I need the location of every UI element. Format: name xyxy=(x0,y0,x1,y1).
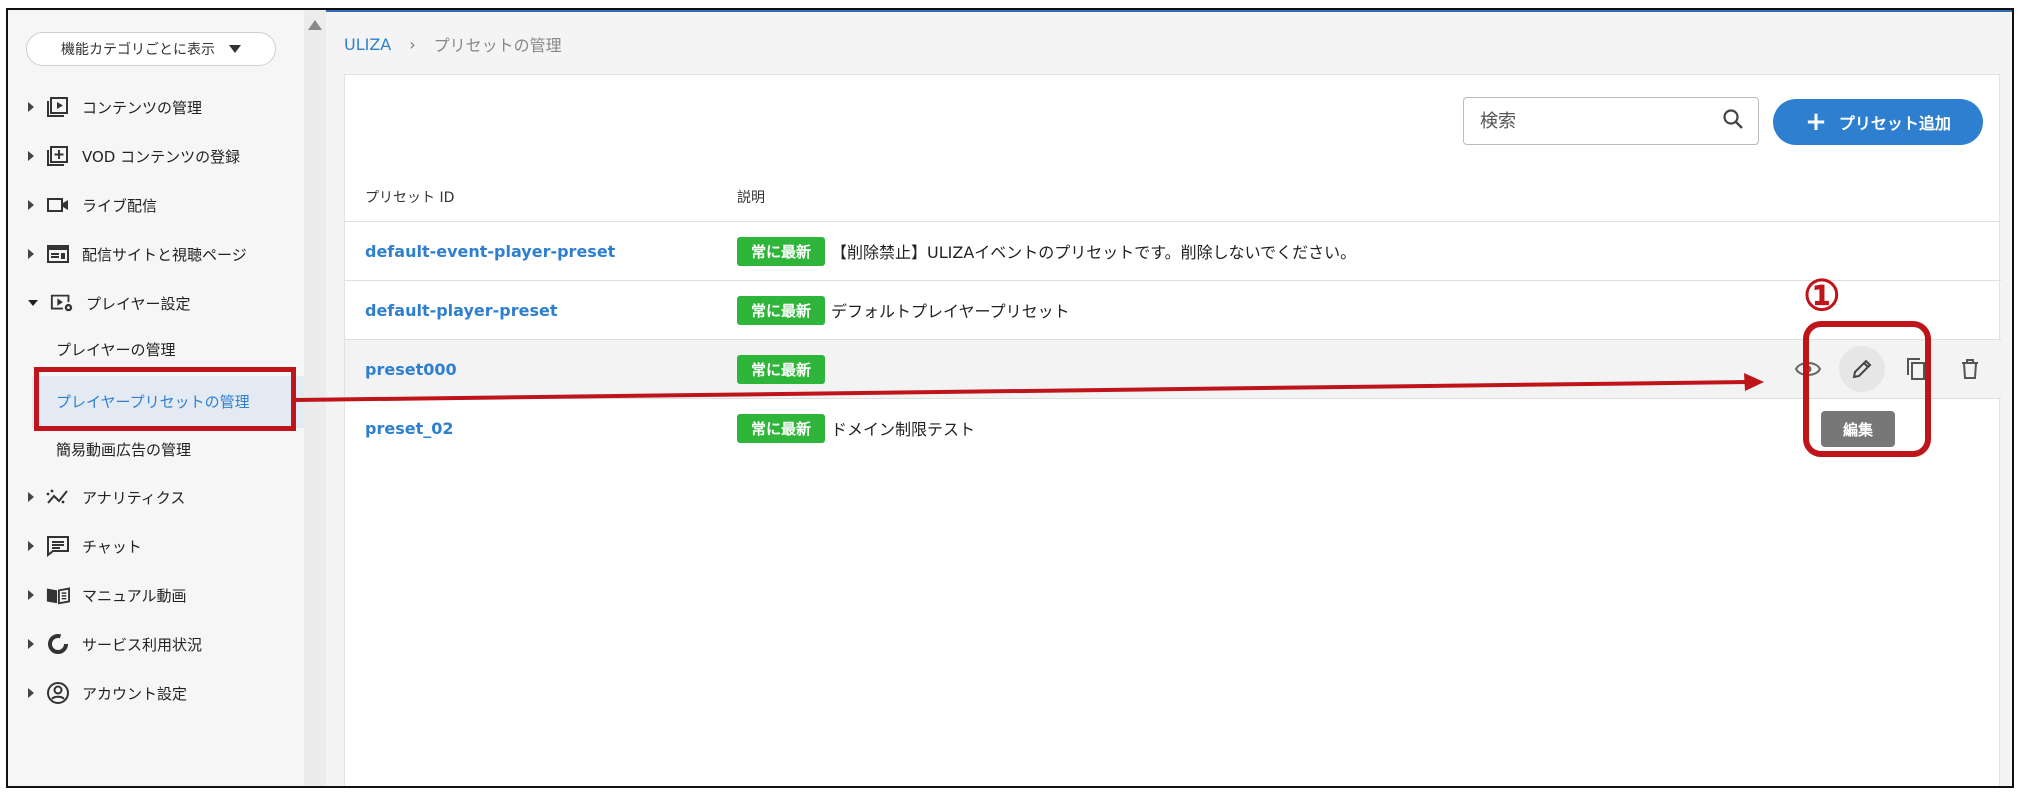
app-window: 機能カテゴリごとに表示 コンテンツの管理 VOD コンテンツの登録 ライブ配信 xyxy=(6,8,2014,788)
annotation-arrow xyxy=(295,373,1764,402)
